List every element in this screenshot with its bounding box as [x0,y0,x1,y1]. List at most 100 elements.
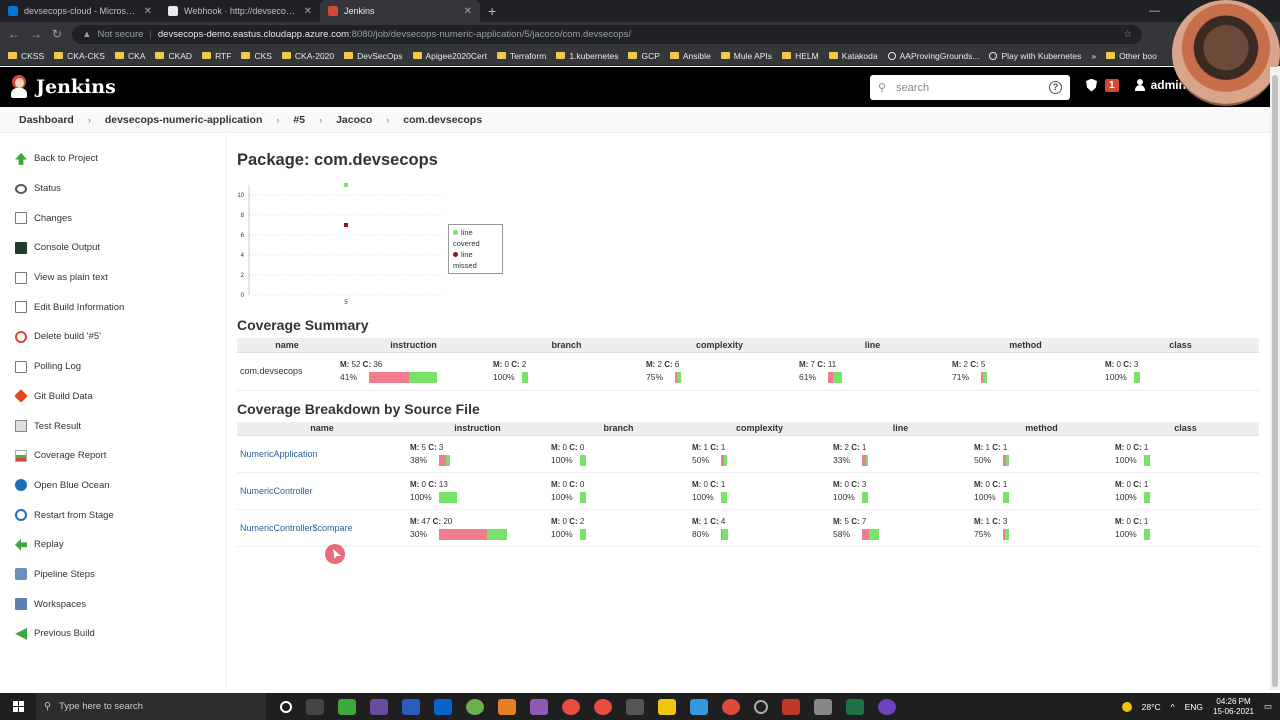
sidebar-item[interactable]: Back to Project [0,144,226,174]
column-header[interactable]: class [1102,338,1259,353]
app-icon[interactable] [754,699,768,714]
task-view-icon[interactable] [306,698,324,715]
column-header[interactable]: complexity [643,338,796,353]
source-file-link[interactable]: NumericController$compare [240,523,353,533]
shield-icon[interactable] [1086,78,1097,92]
app-icon[interactable] [594,698,612,715]
bookmark-item[interactable]: GCP [628,51,660,61]
app-icon[interactable] [530,698,548,715]
scrollbar-thumb[interactable] [1272,75,1278,687]
powerpoint-icon[interactable] [782,698,800,715]
breadcrumb-item[interactable]: com.devsecops [403,114,496,126]
column-header[interactable]: complexity [689,421,830,436]
sidebar-item[interactable]: Coverage Report [0,441,226,471]
star-icon[interactable]: ☆ [1123,29,1132,40]
bookmark-item[interactable]: Apigee2020Cert [412,51,487,61]
user-menu[interactable]: admin [1134,78,1186,92]
bookmark-item[interactable]: CKAD [155,51,192,61]
other-bookmarks[interactable]: Other boo [1106,51,1157,61]
outlook-icon[interactable] [434,698,452,715]
close-tab-icon[interactable]: ✕ [144,6,152,17]
sidebar-item[interactable]: Pipeline Steps [0,560,226,590]
excel-icon[interactable] [846,698,864,715]
app-icon[interactable] [370,698,388,715]
explorer-icon[interactable] [658,698,676,715]
sidebar-item[interactable]: Previous Build [0,619,226,649]
jenkins-logo[interactable]: Jenkins [10,75,116,99]
bookmark-item[interactable]: CKA [114,51,145,61]
taskbar-search-input[interactable]: Type here to search [59,701,143,712]
bookmarks-overflow-button[interactable]: » [1091,51,1096,61]
powershell-icon[interactable] [402,698,420,715]
browser-tab[interactable]: Webhook · http://devsecops-de ✕ [160,0,320,22]
bookmark-item[interactable]: Katakoda [828,51,878,61]
bookmark-item[interactable]: RTF [202,51,231,61]
weather-icon[interactable] [1121,701,1132,712]
bookmark-item[interactable]: Play with Kubernetes [989,51,1081,61]
help-icon[interactable]: ? [1049,81,1062,94]
breadcrumb-item[interactable]: Jacoco [336,114,386,126]
cortana-icon[interactable] [280,700,292,713]
sidebar-item[interactable]: Restart from Stage [0,500,226,530]
close-tab-icon[interactable]: ✕ [464,6,472,17]
sidebar-item[interactable]: Test Result [0,411,226,441]
bookmark-item[interactable]: 1.kubernetes [556,51,618,61]
column-header[interactable]: line [830,421,971,436]
bookmark-item[interactable]: HELM [782,51,819,61]
bookmark-item[interactable]: Mule APIs [720,51,772,61]
new-tab-button[interactable]: + [480,0,504,22]
bookmark-item[interactable]: Ansible [669,51,711,61]
column-header[interactable]: method [949,338,1102,353]
taskbar-search[interactable]: ⚲ Type here to search [36,693,266,720]
breadcrumb-item[interactable]: #5 [293,114,319,126]
clock[interactable]: 04:26 PM 15-06-2021 [1213,697,1254,717]
column-header[interactable]: line [796,338,949,353]
column-header[interactable]: branch [490,338,643,353]
start-button[interactable] [0,701,36,712]
breadcrumb-item[interactable]: Dashboard [19,114,88,126]
sidebar-item[interactable]: Edit Build Information [0,292,226,322]
sublime-icon[interactable] [498,698,516,715]
column-header[interactable]: class [1112,421,1259,436]
notepad-app-icon[interactable] [338,698,356,715]
app-icon[interactable] [562,698,580,715]
sidebar-item[interactable]: Changes [0,203,226,233]
vertical-scrollbar[interactable] [1270,67,1280,690]
app-icon[interactable] [466,698,484,715]
chrome-icon[interactable] [722,698,740,715]
browser-tab[interactable]: devsecops-cloud - Microsoft Az ✕ [0,0,160,22]
forward-icon[interactable]: → [30,27,42,41]
column-header[interactable]: name [237,421,407,436]
sidebar-item[interactable]: Delete build '#5' [0,322,226,352]
breadcrumb-item[interactable]: devsecops-numeric-application [105,114,277,126]
bookmark-item[interactable]: CKA-2020 [281,51,334,61]
bookmark-item[interactable]: CKS [241,51,272,61]
alert-count-badge[interactable]: 1 [1105,78,1119,92]
bookmark-item[interactable]: CKA-CKS [54,51,105,61]
bookmark-item[interactable]: Terraform [496,51,546,61]
lang-indicator[interactable]: ENG [1185,702,1203,712]
source-file-link[interactable]: NumericController [240,486,313,496]
source-file-link[interactable]: NumericApplication [240,449,318,459]
url-bar[interactable]: ▲ Not secure | devsecops-demo.eastus.clo… [72,24,1142,44]
sidebar-item[interactable]: Workspaces [0,589,226,619]
notifications-icon[interactable]: ▭ [1264,701,1272,712]
app-icon[interactable] [814,698,832,715]
bookmark-item[interactable]: DevSecOps [344,51,403,61]
column-header[interactable]: method [971,421,1112,436]
column-header[interactable]: instruction [407,421,548,436]
app-icon[interactable] [626,698,644,715]
bookmark-item[interactable]: AAProvingGrounds... [887,51,979,61]
bookmark-item[interactable]: CKSS [8,51,44,61]
column-header[interactable]: branch [548,421,689,436]
sidebar-item[interactable]: View as plain text [0,263,226,293]
tray-chevron-icon[interactable]: ^ [1171,702,1175,712]
sidebar-item[interactable]: Polling Log [0,352,226,382]
sidebar-item[interactable]: Git Build Data [0,382,226,412]
sidebar-item[interactable]: Status [0,174,226,204]
sidebar-item[interactable]: Replay [0,530,226,560]
minimize-icon[interactable]: — [1149,5,1160,17]
search-box[interactable]: ⚲ search ? [870,75,1070,100]
sidebar-item[interactable]: Open Blue Ocean [0,471,226,501]
close-tab-icon[interactable]: ✕ [304,6,312,17]
